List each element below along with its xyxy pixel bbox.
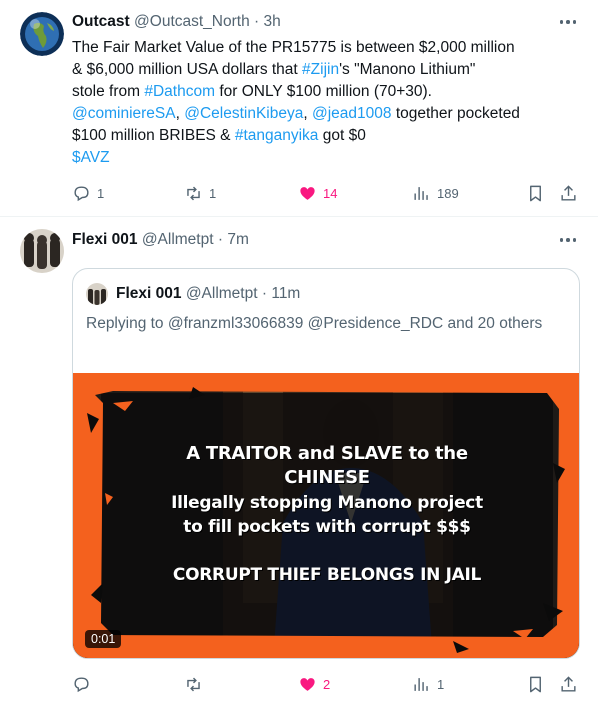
timestamp[interactable]: 3h	[264, 13, 281, 30]
hashtag-link[interactable]: #tanganyika	[235, 127, 319, 144]
overlay-line: CORRUPT THIEF BELONGS IN JAIL	[172, 565, 482, 585]
text-line: $100 million BRIBES & #tanganyika got $0	[72, 127, 366, 144]
overlay-line: A TRAITOR and SLAVE to the	[186, 443, 468, 464]
avatar[interactable]	[20, 12, 64, 56]
bookmark-button[interactable]	[526, 181, 545, 205]
like-button[interactable]: 14	[298, 181, 337, 205]
separator-dot: ·	[254, 13, 260, 30]
bookmark-icon	[530, 676, 541, 692]
tweet-outcast[interactable]: Outcast @Outcast_North · 3h The Fair Mar…	[0, 0, 598, 216]
overlay-line: Illegally stopping Manono project	[171, 493, 483, 513]
avatar[interactable]	[20, 229, 64, 273]
avatar	[86, 283, 108, 305]
share-icon	[561, 184, 576, 201]
like-count: 14	[323, 185, 338, 201]
action-bar: 1 1 14 189	[72, 181, 582, 205]
repost-icon	[187, 186, 200, 200]
mention-link[interactable]: @jead1008	[312, 105, 392, 122]
display-name[interactable]: Outcast	[72, 13, 130, 30]
mention-link[interactable]: @cominiereSA	[72, 105, 176, 122]
view-count: 189	[437, 185, 459, 201]
reply-mentions: @franzml33066839 @Presidence_RDC	[167, 315, 444, 332]
overlay-line: to fill pockets with corrupt $$$	[183, 517, 471, 537]
bookmark-icon	[530, 185, 541, 201]
tweet-header: Flexi 001 @Allmetpt · 7m	[72, 230, 249, 250]
video-frame	[73, 373, 579, 658]
text-line: & $6,000 million USA dollars that #Zijin…	[72, 61, 476, 78]
replying-to: Replying to @franzml33066839 @Presidence…	[86, 315, 543, 332]
separator-dot: ·	[217, 231, 224, 248]
like-button[interactable]: 2	[298, 672, 330, 696]
text-line: stole from #Dathcom for ONLY $100 millio…	[72, 83, 432, 100]
display-name: Flexi 001	[116, 285, 182, 302]
text-line: The Fair Market Value of the PR15775 is …	[72, 39, 515, 56]
like-count: 2	[323, 676, 331, 692]
repost-button[interactable]: 1	[184, 181, 216, 205]
share-button[interactable]	[559, 672, 578, 696]
tweet-text: The Fair Market Value of the PR15775 is …	[72, 37, 582, 169]
reply-icon	[74, 185, 89, 201]
display-name[interactable]: Flexi 001	[72, 231, 138, 248]
reply-icon	[74, 676, 89, 692]
overlay-line: CHINESE	[284, 467, 370, 488]
separator-dot: ·	[261, 285, 268, 302]
tweet-header: Outcast @Outcast_North · 3h	[72, 12, 281, 32]
user-handle[interactable]: @Outcast_North	[134, 13, 250, 30]
text-line: @cominiereSA, @CelestinKibeya, @jead1008…	[72, 105, 520, 122]
video-duration: 0:01	[85, 630, 122, 648]
quoted-tweet[interactable]: Flexi 001 @Allmetpt · 11m Replying to @f…	[72, 268, 580, 659]
repost-button[interactable]	[184, 672, 209, 696]
view-count: 1	[437, 676, 445, 692]
heart-icon	[300, 186, 315, 200]
reply-button[interactable]: 1	[72, 181, 104, 205]
heart-icon	[300, 677, 315, 691]
cashtag-link[interactable]: $AVZ	[72, 149, 110, 166]
hashtag-link[interactable]: #Zijin	[302, 61, 339, 78]
action-bar: 2 1	[72, 672, 582, 696]
share-icon	[561, 675, 576, 692]
timestamp[interactable]: 7m	[227, 231, 249, 248]
more-icon[interactable]	[556, 230, 580, 250]
views-button[interactable]: 1	[412, 672, 444, 696]
bookmark-button[interactable]	[526, 672, 545, 696]
repost-count: 1	[209, 185, 217, 201]
mention-link[interactable]: @CelestinKibeya	[184, 105, 303, 122]
more-icon[interactable]	[556, 12, 580, 32]
timestamp: 11m	[271, 285, 301, 302]
reply-count: 1	[97, 185, 105, 201]
views-icon	[414, 677, 428, 691]
quoted-header: Flexi 001 @Allmetpt · 11m	[116, 284, 300, 304]
reply-button[interactable]	[72, 672, 97, 696]
text-line: $AVZ	[72, 147, 582, 169]
views-button[interactable]: 189	[412, 181, 459, 205]
user-handle[interactable]: @Allmetpt	[142, 231, 214, 248]
views-icon	[414, 186, 428, 200]
video-player[interactable]: A TRAITOR and SLAVE to the CHINESE Illeg…	[73, 373, 579, 658]
share-button[interactable]	[559, 181, 578, 205]
repost-icon	[187, 677, 200, 691]
hashtag-link[interactable]: #Dathcom	[144, 83, 215, 100]
user-handle: @Allmetpt	[185, 285, 258, 302]
